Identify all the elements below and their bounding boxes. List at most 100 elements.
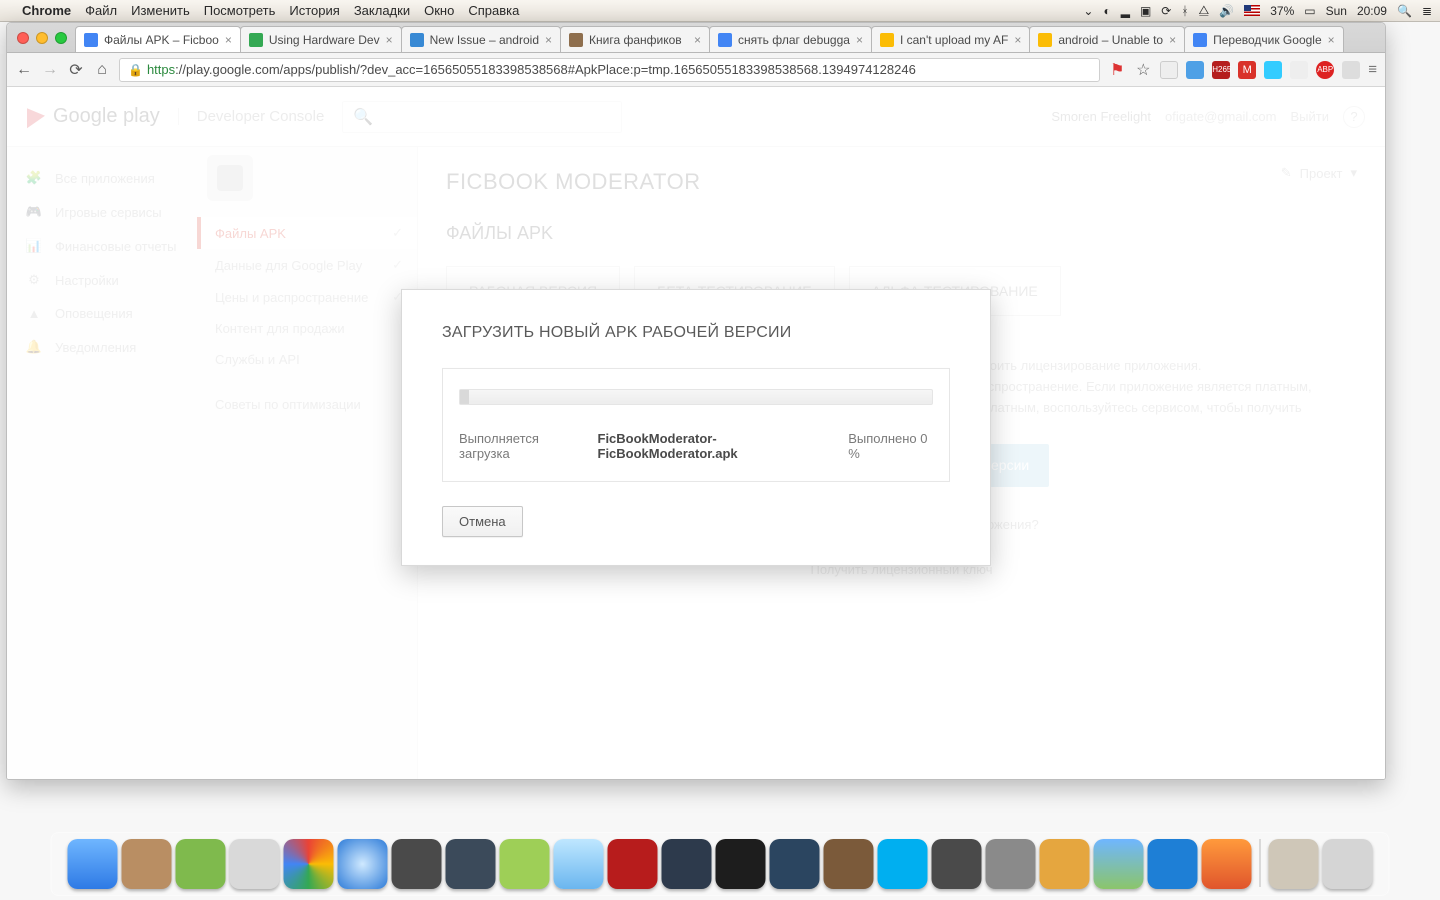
close-icon[interactable]: × [225, 33, 232, 47]
dock-app[interactable] [554, 839, 604, 889]
dock [51, 832, 1390, 896]
flash-icon[interactable]: ⚑ [1108, 61, 1126, 79]
dock-app[interactable] [1094, 839, 1144, 889]
ext-play-icon[interactable] [1290, 61, 1308, 79]
tab-strip: Файлы APK – Ficboo× Using Hardware Dev× … [7, 23, 1385, 53]
dock-app[interactable] [446, 839, 496, 889]
tab-2[interactable]: New Issue – android× [401, 26, 561, 52]
menu-view[interactable]: Посмотреть [204, 3, 276, 18]
ext-readability-icon[interactable] [1160, 61, 1178, 79]
dock-firefox[interactable] [1202, 839, 1252, 889]
menubar-app-name[interactable]: Chrome [22, 3, 71, 18]
dock-app[interactable] [1040, 839, 1090, 889]
battery-percent[interactable]: 37% [1270, 4, 1294, 18]
dock-teamviewer[interactable] [1148, 839, 1198, 889]
close-icon[interactable]: × [386, 33, 393, 47]
tab-0[interactable]: Файлы APK – Ficboo× [75, 26, 241, 52]
dropbox-menubar-icon[interactable]: ⌄ [1083, 4, 1093, 18]
tab-3[interactable]: Книга фанфиков× [560, 26, 710, 52]
tab-1[interactable]: Using Hardware Dev× [240, 26, 402, 52]
dock-app[interactable] [932, 839, 982, 889]
menu-file[interactable]: Файл [85, 3, 117, 18]
dock-app[interactable] [824, 839, 874, 889]
toolbar: ← → ⟳ ⌂ 🔒 https://play.google.com/apps/p… [7, 53, 1385, 87]
status-icon[interactable]: ◐ [1103, 4, 1110, 18]
menubar-time[interactable]: 20:09 [1357, 4, 1387, 18]
chrome-window: Файлы APK – Ficboo× Using Hardware Dev× … [6, 22, 1386, 780]
dock-app[interactable] [122, 839, 172, 889]
menu-edit[interactable]: Изменить [131, 3, 190, 18]
cancel-button[interactable]: Отмена [442, 506, 523, 537]
dock-trash[interactable] [1323, 839, 1373, 889]
page: Google play Developer Console 🔍 Smoren F… [7, 87, 1385, 779]
window-close-icon[interactable] [17, 32, 29, 44]
dock-virtualbox[interactable] [662, 839, 712, 889]
close-icon[interactable]: × [694, 33, 701, 47]
lock-icon: 🔒 [128, 63, 143, 77]
upload-box: Выполняется загрузка FicBookModerator-Fi… [442, 368, 950, 482]
dock-separator [1260, 839, 1261, 887]
ext-twitter-icon[interactable] [1264, 61, 1282, 79]
volume-icon[interactable]: 🔊 [1219, 4, 1234, 18]
dock-app[interactable] [392, 839, 442, 889]
dock-app[interactable] [770, 839, 820, 889]
ext-dropbox-icon[interactable] [1342, 61, 1360, 79]
dock-app[interactable] [176, 839, 226, 889]
close-icon[interactable]: × [545, 33, 552, 47]
dock-filezilla[interactable] [608, 839, 658, 889]
favicon-icon [1038, 33, 1052, 47]
tab-6[interactable]: android – Unable to× [1029, 26, 1185, 52]
dock-skype[interactable] [878, 839, 928, 889]
upload-apk-modal: ЗАГРУЗИТЬ НОВЫЙ APK РАБОЧЕЙ ВЕРСИИ Выпол… [401, 289, 991, 566]
bluetooth-icon[interactable]: ᚼ [1181, 4, 1188, 18]
notification-center-icon[interactable]: ≣ [1422, 4, 1432, 18]
modal-title: ЗАГРУЗИТЬ НОВЫЙ APK РАБОЧЕЙ ВЕРСИИ [442, 324, 950, 342]
dock-chrome[interactable] [284, 839, 334, 889]
reload-button[interactable]: ⟳ [67, 61, 85, 79]
close-icon[interactable]: × [856, 33, 863, 47]
favicon-icon [718, 33, 732, 47]
close-icon[interactable]: × [1169, 33, 1176, 47]
bookmark-star-icon[interactable]: ☆ [1134, 61, 1152, 79]
home-button[interactable]: ⌂ [93, 61, 111, 79]
dock-android[interactable] [500, 839, 550, 889]
menu-bookmarks[interactable]: Закладки [354, 3, 410, 18]
menubar-day[interactable]: Sun [1326, 4, 1347, 18]
dock-finder[interactable] [68, 839, 118, 889]
favicon-icon [1193, 33, 1207, 47]
window-zoom-icon[interactable] [55, 32, 67, 44]
tab-7[interactable]: Переводчик Google× [1184, 26, 1344, 52]
ext-mail-icon[interactable]: M [1238, 61, 1256, 79]
sync-icon[interactable]: ⟳ [1161, 4, 1171, 18]
back-button[interactable]: ← [15, 61, 33, 79]
upload-percent: Выполнено 0 % [848, 431, 933, 461]
ext-adblock-icon[interactable]: ABP [1316, 61, 1334, 79]
chrome-menu-icon[interactable]: ≡ [1368, 61, 1377, 78]
spotlight-icon[interactable]: 🔍 [1397, 4, 1412, 18]
dock-safari[interactable] [338, 839, 388, 889]
window-minimize-icon[interactable] [36, 32, 48, 44]
address-bar[interactable]: 🔒 https://play.google.com/apps/publish/?… [119, 58, 1100, 82]
dock-launchpad[interactable] [230, 839, 280, 889]
dock-app[interactable] [986, 839, 1036, 889]
upload-progress-bar [459, 389, 933, 405]
wifi-icon[interactable]: ⧋ [1199, 3, 1210, 18]
menu-history[interactable]: История [289, 3, 339, 18]
menu-window[interactable]: Окно [424, 3, 454, 18]
dock-terminal[interactable] [716, 839, 766, 889]
ext-windows-icon[interactable] [1186, 61, 1204, 79]
ext-h265-icon[interactable]: H265 [1212, 61, 1230, 79]
close-icon[interactable]: × [1328, 33, 1335, 47]
url-scheme: https [147, 62, 175, 77]
input-flag-icon[interactable] [1244, 5, 1260, 16]
favicon-icon [249, 33, 263, 47]
battery-icon[interactable]: ▭ [1304, 4, 1315, 18]
hat-icon[interactable]: ▂ [1121, 4, 1130, 18]
close-icon[interactable]: × [1014, 33, 1021, 47]
forward-button[interactable]: → [41, 61, 59, 79]
app-indicator-icon[interactable]: ▣ [1140, 4, 1151, 18]
menu-help[interactable]: Справка [468, 3, 519, 18]
dock-downloads[interactable] [1269, 839, 1319, 889]
tab-4[interactable]: снять флаг debugga× [709, 26, 872, 52]
tab-5[interactable]: I can't upload my AF× [871, 26, 1030, 52]
